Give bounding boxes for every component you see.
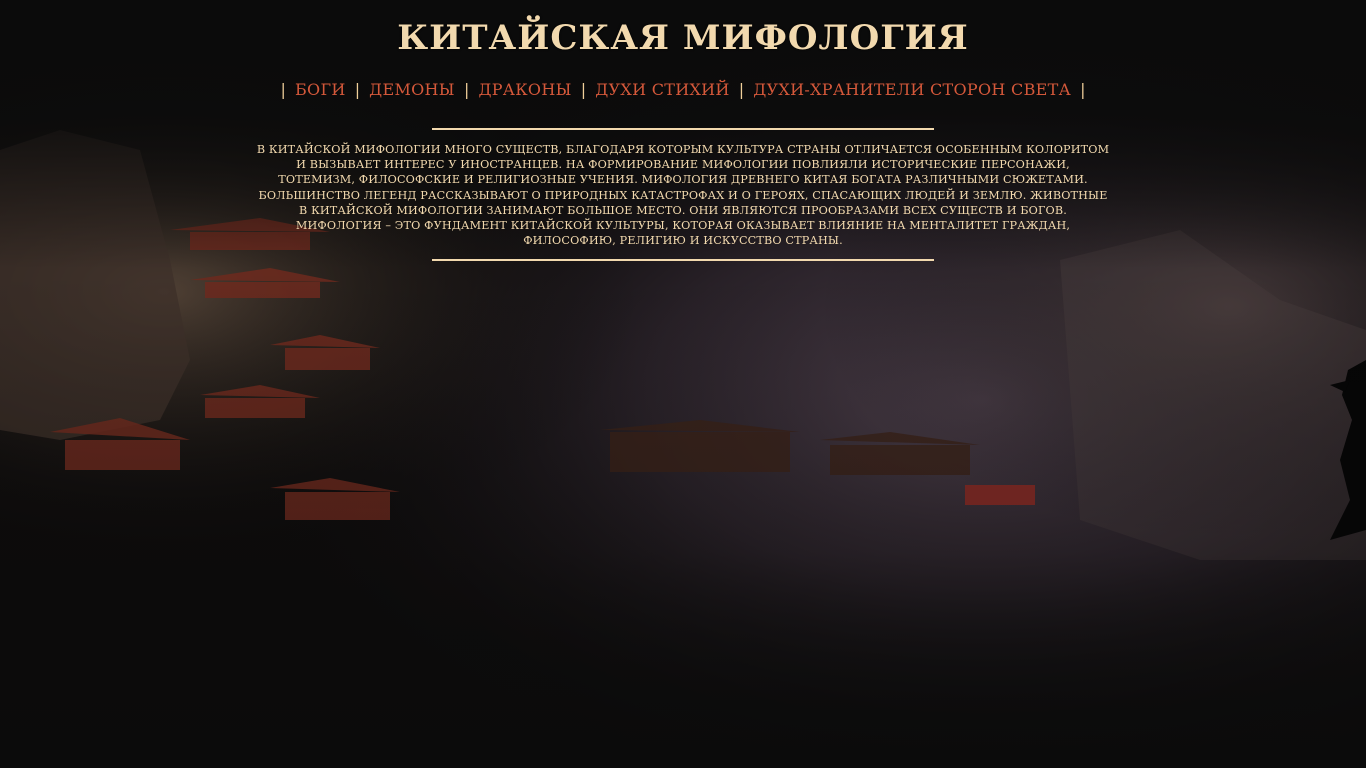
nav-separator: | bbox=[354, 80, 361, 99]
page: Китайская мифология | Боги | Демоны | Др… bbox=[0, 0, 1366, 768]
nav-link-gods[interactable]: Боги bbox=[295, 80, 346, 99]
nav-link-dragons[interactable]: Драконы bbox=[478, 80, 571, 99]
nav-separator: | bbox=[738, 80, 745, 99]
nav-link-guardian-spirits[interactable]: Духи-хранители сторон света bbox=[753, 80, 1071, 99]
nav-separator: | bbox=[463, 80, 470, 99]
intro-paragraph: В китайской мифологии много существ, бла… bbox=[256, 143, 1110, 248]
main-nav: | Боги | Демоны | Драконы | Духи стихий … bbox=[0, 80, 1366, 99]
nav-separator: | bbox=[1080, 80, 1086, 99]
divider-bottom bbox=[432, 259, 934, 261]
nav-link-demons[interactable]: Демоны bbox=[369, 80, 455, 99]
page-title: Китайская мифология bbox=[397, 18, 969, 58]
nav-separator: | bbox=[580, 80, 587, 99]
divider-top bbox=[432, 128, 934, 130]
nav-separator: | bbox=[280, 80, 286, 99]
nav-link-elemental-spirits[interactable]: Духи стихий bbox=[595, 80, 729, 99]
